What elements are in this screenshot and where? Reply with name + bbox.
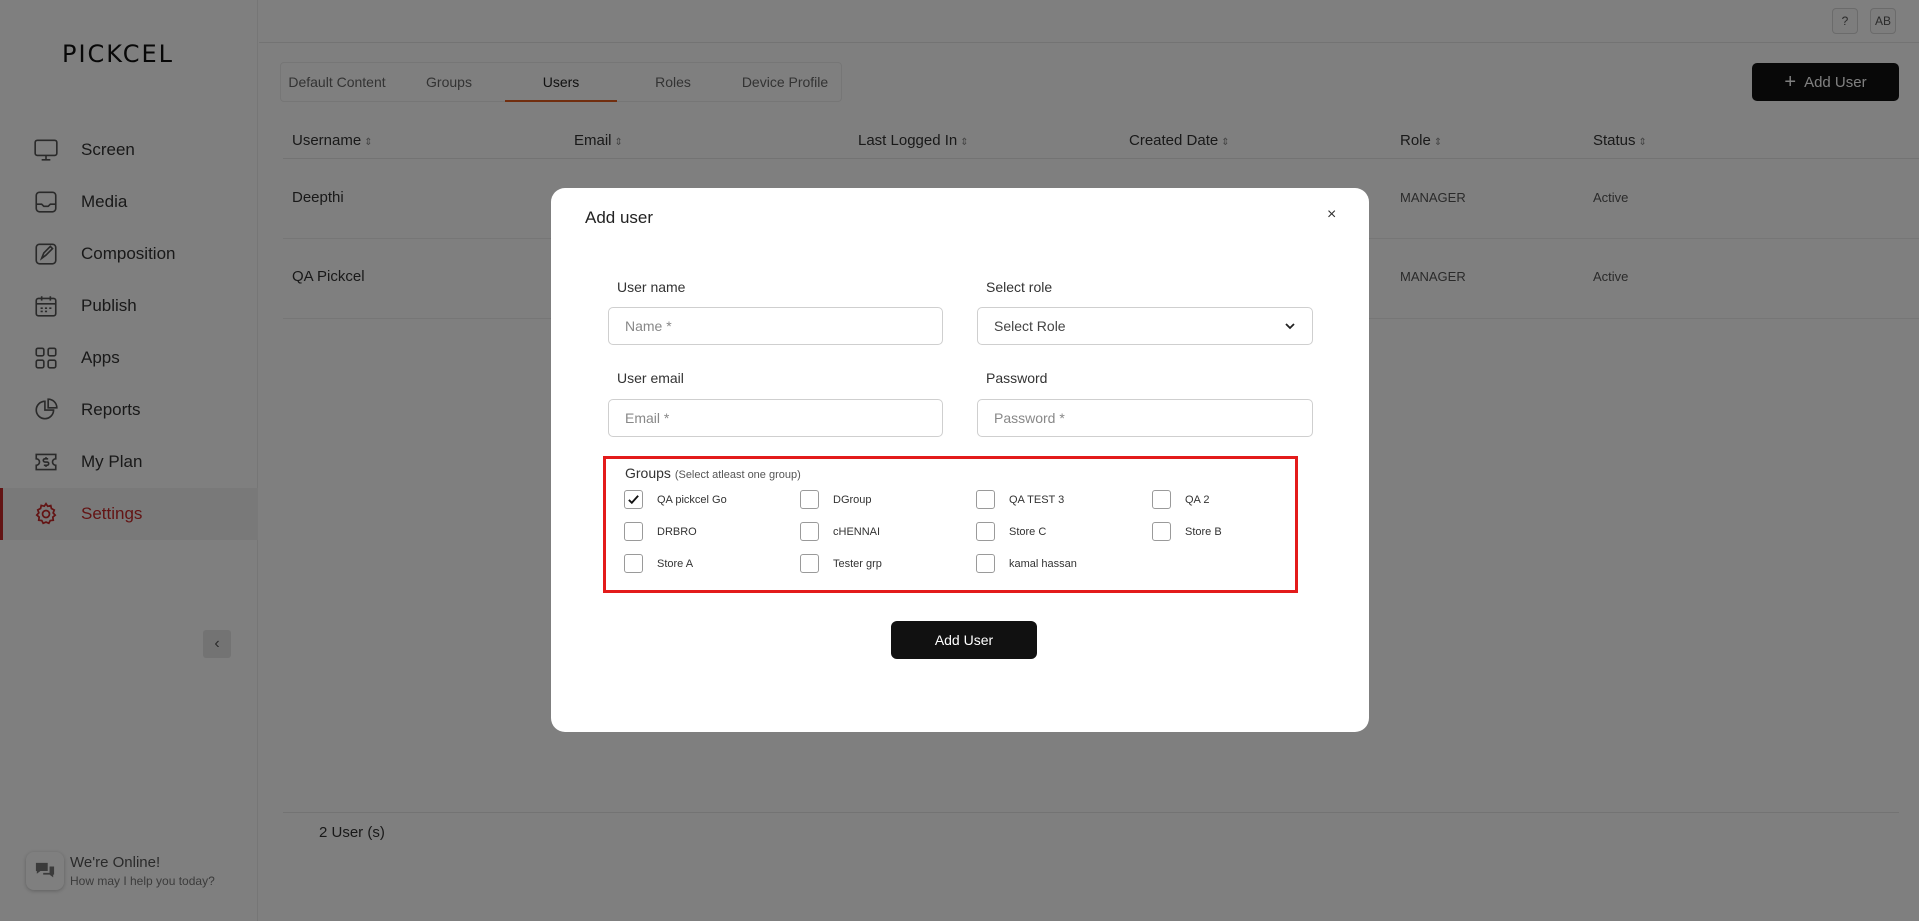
group-checkbox-item[interactable]: Store B bbox=[1152, 522, 1222, 541]
role-select[interactable]: Select Role bbox=[977, 307, 1313, 345]
checkbox-checked[interactable] bbox=[624, 490, 643, 509]
checkmark-icon bbox=[628, 495, 639, 505]
modal-title: Add user bbox=[585, 208, 654, 227]
checkbox[interactable] bbox=[800, 522, 819, 541]
groups-title-text: Groups bbox=[625, 465, 671, 481]
group-checkbox-item[interactable]: DRBRO bbox=[624, 522, 697, 541]
group-checkbox-item[interactable]: kamal hassan bbox=[976, 554, 1077, 573]
group-label: QA TEST 3 bbox=[1009, 493, 1065, 506]
password-label: Password bbox=[986, 370, 1048, 386]
group-label: kamal hassan bbox=[1009, 557, 1077, 570]
group-checkbox-item[interactable]: cHENNAI bbox=[800, 522, 880, 541]
group-label: Store B bbox=[1185, 525, 1222, 538]
group-checkbox-item[interactable]: QA 2 bbox=[1152, 490, 1209, 509]
group-label: QA pickcel Go bbox=[657, 493, 727, 506]
checkbox[interactable] bbox=[800, 490, 819, 509]
group-label: Tester grp bbox=[833, 557, 882, 570]
password-input[interactable] bbox=[977, 399, 1313, 437]
group-checkbox-item[interactable]: Store C bbox=[976, 522, 1046, 541]
checkbox[interactable] bbox=[976, 522, 995, 541]
checkbox[interactable] bbox=[976, 554, 995, 573]
role-select-value: Select Role bbox=[994, 318, 1066, 334]
role-label: Select role bbox=[986, 279, 1053, 295]
group-checkbox-item[interactable]: DGroup bbox=[800, 490, 872, 509]
group-checkbox-item[interactable]: QA TEST 3 bbox=[976, 490, 1064, 509]
username-input[interactable] bbox=[608, 307, 943, 345]
group-checkbox-item[interactable]: QA pickcel Go bbox=[624, 490, 727, 509]
group-label: DRBRO bbox=[657, 525, 697, 538]
chevron-down-icon bbox=[1285, 323, 1295, 330]
groups-title: Groups (Select atleast one group) bbox=[625, 465, 801, 481]
checkbox[interactable] bbox=[1152, 490, 1171, 509]
checkbox[interactable] bbox=[800, 554, 819, 573]
group-checkbox-item[interactable]: Tester grp bbox=[800, 554, 882, 573]
add-user-modal: Add user × User name Select role Select … bbox=[551, 188, 1369, 732]
add-user-submit-button[interactable]: Add User bbox=[891, 621, 1037, 659]
checkbox[interactable] bbox=[624, 554, 643, 573]
group-label: QA 2 bbox=[1185, 493, 1210, 506]
email-input[interactable] bbox=[608, 399, 943, 437]
close-icon[interactable]: × bbox=[1327, 206, 1336, 224]
group-label: Store A bbox=[657, 557, 694, 570]
group-checkbox-item[interactable]: Store A bbox=[624, 554, 693, 573]
username-label: User name bbox=[617, 279, 686, 295]
groups-hint: (Select atleast one group) bbox=[674, 469, 801, 481]
checkbox[interactable] bbox=[624, 522, 643, 541]
checkbox[interactable] bbox=[976, 490, 995, 509]
group-label: Store C bbox=[1009, 525, 1047, 538]
groups-section: Groups (Select atleast one group) QA pic… bbox=[603, 456, 1298, 593]
group-label: cHENNAI bbox=[833, 525, 881, 538]
group-label: DGroup bbox=[833, 493, 872, 506]
email-label: User email bbox=[617, 370, 684, 386]
checkbox[interactable] bbox=[1152, 522, 1171, 541]
